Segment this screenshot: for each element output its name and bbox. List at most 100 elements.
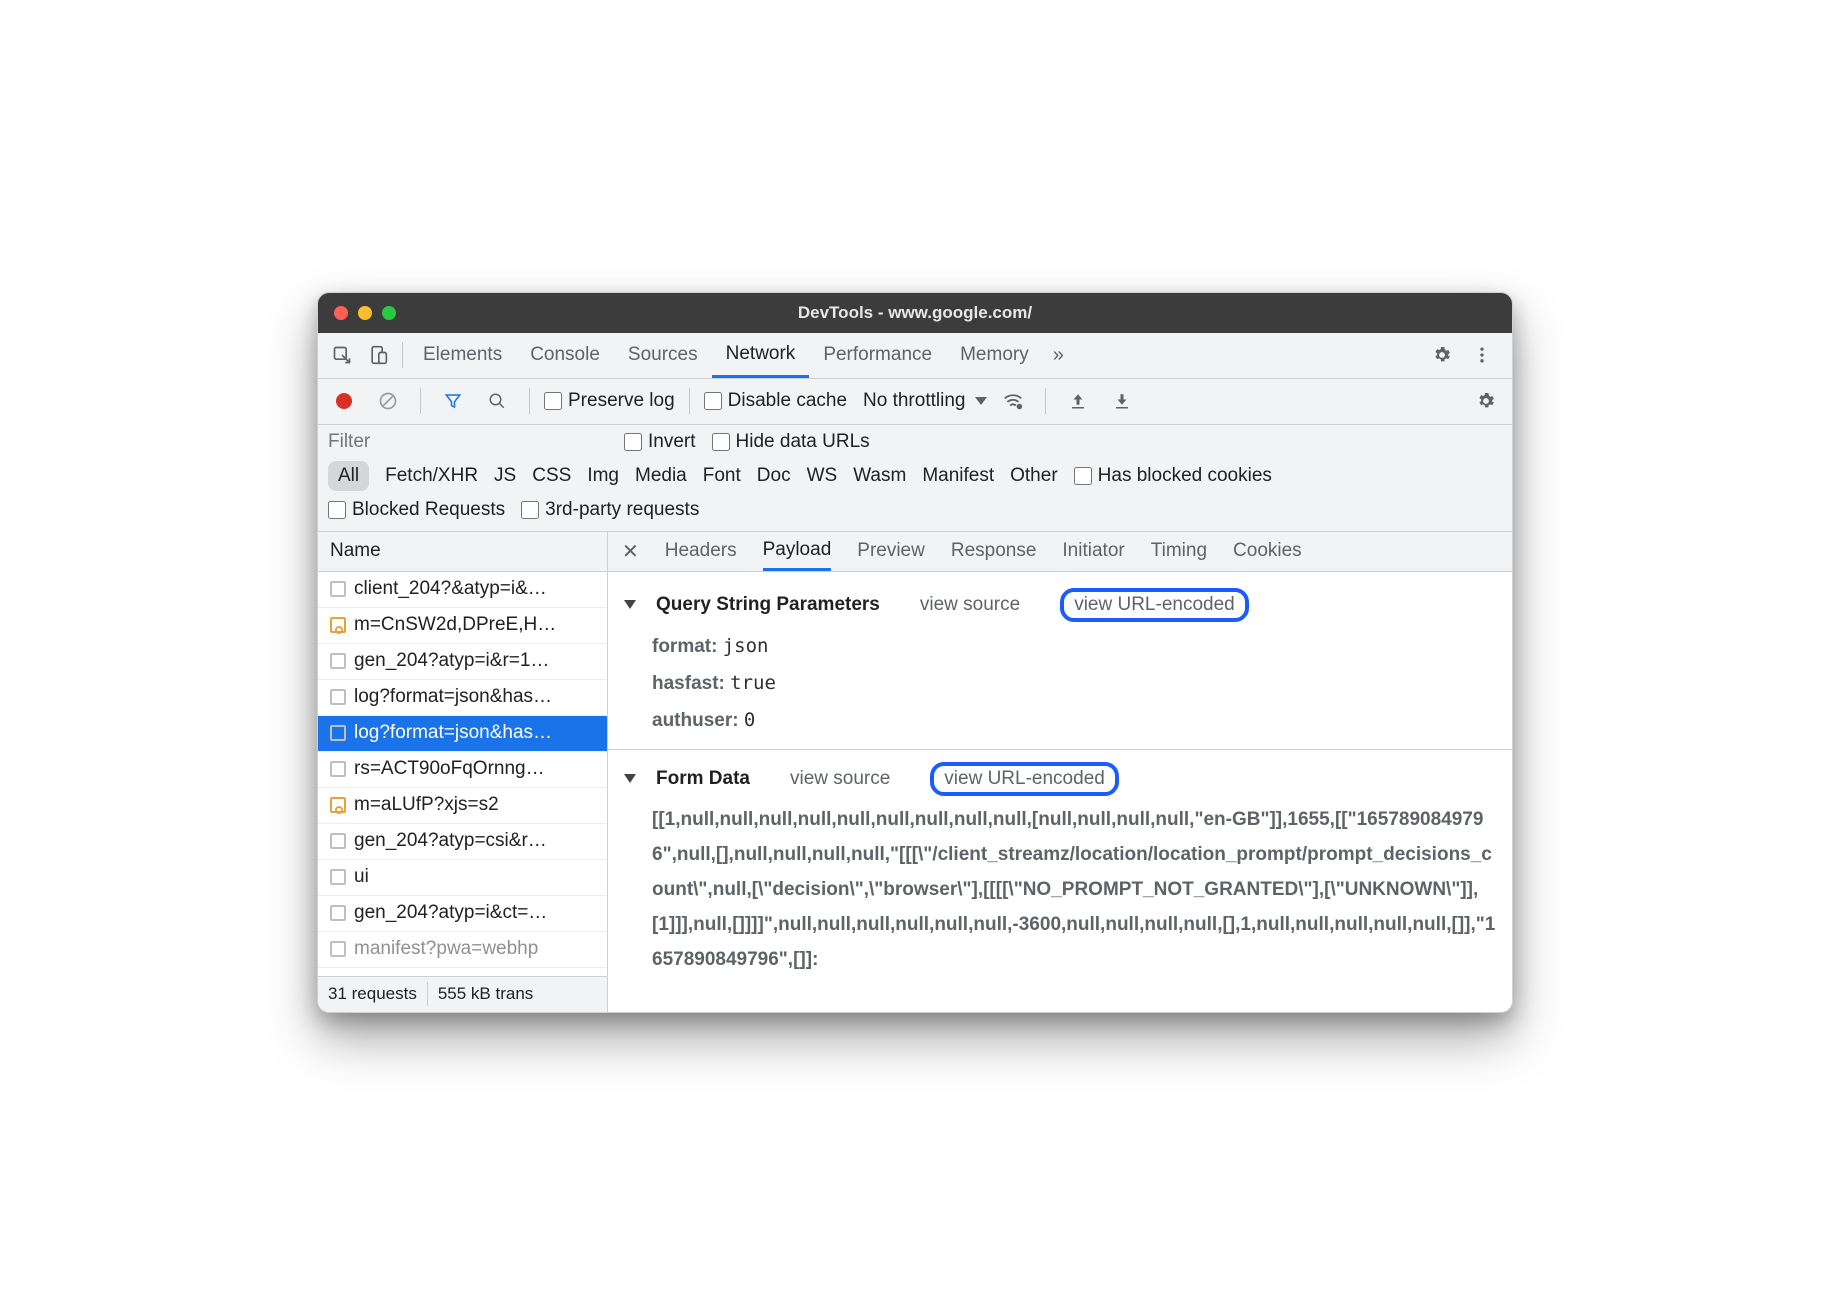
document-file-icon (330, 581, 346, 597)
script-file-icon (330, 797, 346, 813)
hide-data-urls-checkbox[interactable]: Hide data URLs (712, 431, 870, 453)
request-row[interactable]: gen_204?atyp=i&r=1… (318, 644, 607, 680)
filter-type-all[interactable]: All (328, 461, 369, 491)
upload-har-icon[interactable] (1060, 383, 1096, 419)
device-toggle-icon[interactable] (360, 337, 396, 373)
divider (608, 749, 1512, 750)
close-detail-icon[interactable]: ✕ (622, 539, 639, 564)
devtools-window: DevTools - www.google.com/ Elements Cons… (317, 292, 1513, 1013)
request-row[interactable]: log?format=json&has… (318, 680, 607, 716)
tab-preview[interactable]: Preview (857, 531, 925, 571)
tab-sources[interactable]: Sources (614, 332, 712, 378)
tab-headers[interactable]: Headers (665, 531, 737, 571)
filter-type-manifest[interactable]: Manifest (922, 465, 994, 487)
tab-elements[interactable]: Elements (409, 332, 516, 378)
close-window-icon[interactable] (334, 306, 348, 320)
tab-payload[interactable]: Payload (763, 531, 832, 571)
filter-type-fetch-xhr[interactable]: Fetch/XHR (385, 465, 478, 487)
download-har-icon[interactable] (1104, 383, 1140, 419)
view-url-encoded-button[interactable]: view URL-encoded (930, 762, 1119, 796)
tab-network[interactable]: Network (712, 332, 810, 378)
detail-tabs: ✕ Headers Payload Preview Response Initi… (608, 532, 1512, 572)
separator (689, 388, 690, 414)
detail-pane: ✕ Headers Payload Preview Response Initi… (608, 532, 1512, 1012)
tab-console[interactable]: Console (516, 332, 614, 378)
request-name: m=aLUfP?xjs=s2 (354, 794, 499, 816)
request-row[interactable]: gen_204?atyp=csi&r… (318, 824, 607, 860)
tab-performance[interactable]: Performance (809, 332, 946, 378)
filter-type-wasm[interactable]: Wasm (853, 465, 906, 487)
view-source-button[interactable]: view source (920, 594, 1020, 616)
network-settings-gear-icon[interactable] (1468, 383, 1504, 419)
request-name: log?format=json&has… (354, 722, 552, 744)
payload-panel: Query String Parameters view source view… (608, 572, 1512, 998)
tab-memory[interactable]: Memory (946, 332, 1043, 378)
tab-cookies[interactable]: Cookies (1233, 531, 1302, 571)
minimize-window-icon[interactable] (358, 306, 372, 320)
tab-response[interactable]: Response (951, 531, 1037, 571)
status-requests: 31 requests (318, 984, 427, 1004)
tab-initiator[interactable]: Initiator (1062, 531, 1124, 571)
request-name: gen_204?atyp=i&r=1… (354, 650, 549, 672)
throttling-dropdown[interactable]: No throttling (863, 390, 987, 412)
request-name: manifest?pwa=webhp (354, 938, 538, 960)
filter-type-ws[interactable]: WS (807, 465, 838, 487)
network-conditions-icon[interactable] (995, 383, 1031, 419)
request-row[interactable]: gen_204?atyp=i&ct=… (318, 896, 607, 932)
more-tabs-icon[interactable]: » (1043, 344, 1074, 367)
main-tabs: Elements Console Sources Network Perform… (409, 332, 1424, 378)
filter-type-img[interactable]: Img (587, 465, 619, 487)
filter-input[interactable] (328, 431, 608, 453)
request-row[interactable]: log?format=json&has… (318, 716, 607, 752)
request-row[interactable]: ui (318, 860, 607, 896)
filter-funnel-icon[interactable] (435, 383, 471, 419)
request-name: gen_204?atyp=csi&r… (354, 830, 547, 852)
zoom-window-icon[interactable] (382, 306, 396, 320)
record-button[interactable] (326, 383, 362, 419)
param-row: hasfast: true (624, 665, 1496, 702)
request-row[interactable]: client_204?&atyp=i&… (318, 572, 607, 608)
request-row[interactable]: m=CnSW2d,DPreE,H… (318, 608, 607, 644)
search-icon[interactable] (479, 383, 515, 419)
clear-icon[interactable] (370, 383, 406, 419)
invert-checkbox[interactable]: Invert (624, 431, 696, 453)
request-name: gen_204?atyp=i&ct=… (354, 902, 547, 924)
view-source-button[interactable]: view source (790, 768, 890, 790)
filter-type-doc[interactable]: Doc (757, 465, 791, 487)
third-party-checkbox[interactable]: 3rd-party requests (521, 499, 699, 521)
inspect-element-icon[interactable] (324, 337, 360, 373)
request-row[interactable]: rs=ACT90oFqOrnng… (318, 752, 607, 788)
document-file-icon (330, 905, 346, 921)
kebab-menu-icon[interactable] (1464, 337, 1500, 373)
filter-type-media[interactable]: Media (635, 465, 687, 487)
form-data-section: Form Data view source view URL-encoded [… (624, 756, 1496, 978)
blocked-requests-checkbox[interactable]: Blocked Requests (328, 499, 505, 521)
preserve-log-checkbox[interactable]: Preserve log (544, 390, 675, 412)
filter-type-js[interactable]: JS (494, 465, 516, 487)
separator (402, 342, 403, 368)
disable-cache-checkbox[interactable]: Disable cache (704, 390, 847, 412)
network-toolbar: Preserve log Disable cache No throttling (318, 379, 1512, 425)
chevron-down-icon (975, 397, 987, 405)
column-header-name[interactable]: Name (318, 532, 607, 572)
form-data-body: [[1,null,null,null,null,null,null,null,n… (624, 802, 1496, 978)
settings-gear-icon[interactable] (1424, 337, 1460, 373)
request-list: client_204?&atyp=i&… m=CnSW2d,DPreE,H… gen… (318, 572, 607, 976)
status-transfer: 555 kB trans (428, 984, 543, 1004)
caret-down-icon[interactable] (624, 600, 636, 609)
document-file-icon (330, 653, 346, 669)
document-file-icon (330, 689, 346, 705)
request-row[interactable]: m=aLUfP?xjs=s2 (318, 788, 607, 824)
request-name: client_204?&atyp=i&… (354, 578, 547, 600)
titlebar: DevTools - www.google.com/ (318, 293, 1512, 333)
request-row[interactable]: manifest?pwa=webhp (318, 932, 607, 968)
has-blocked-cookies-checkbox[interactable]: Has blocked cookies (1074, 465, 1272, 487)
main-toolbar: Elements Console Sources Network Perform… (318, 333, 1512, 379)
request-name: ui (354, 866, 369, 888)
caret-down-icon[interactable] (624, 774, 636, 783)
filter-type-css[interactable]: CSS (532, 465, 571, 487)
filter-type-font[interactable]: Font (703, 465, 741, 487)
filter-type-other[interactable]: Other (1010, 465, 1058, 487)
view-url-encoded-button[interactable]: view URL-encoded (1060, 588, 1249, 622)
tab-timing[interactable]: Timing (1151, 531, 1207, 571)
